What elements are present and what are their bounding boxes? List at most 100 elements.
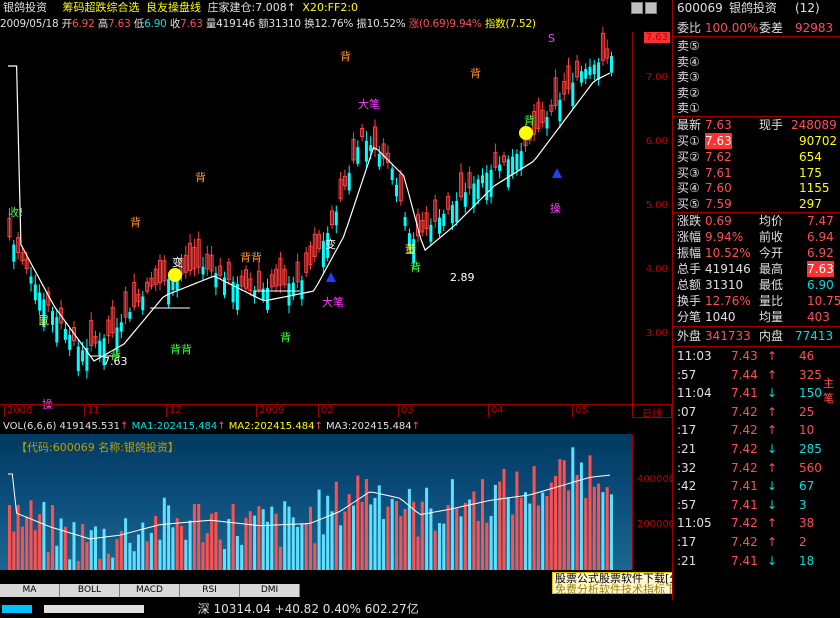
stat-row: 涨跌 0.69 均价 7.47 [673,213,840,229]
outer-label: 外盘 [677,329,702,343]
volume-bar [588,455,592,570]
tick-price: 7.41 [731,479,758,494]
xianshou-value: 248089 [791,118,837,132]
side-tab-main[interactable]: 主 [823,375,837,391]
volume-bar [562,460,566,570]
stat-value: 403 [807,310,830,324]
buy-triangle [326,272,336,282]
volume-bar [42,501,46,570]
tick-price: 7.42 [731,460,758,475]
candle [571,82,575,106]
volume-bar [610,494,613,570]
stat-value: 6.90 [807,278,834,292]
app-name: 银鸽投资 [3,1,47,14]
indicator-2[interactable]: 良友操盘线 [146,1,201,14]
chart-mark: 大笔 [358,97,380,111]
ticker-scroll[interactable] [43,605,144,613]
tick-time: 11:04 [677,386,712,401]
weibi-label: 委比 [677,21,702,35]
buy-label: 买② [677,149,700,164]
tick-row: :07 7.42 ↑ 25 [673,404,840,420]
volume-bar [489,515,493,570]
tick-vol: 10 [799,423,815,438]
stat-label: 均量 [759,310,784,324]
volume-bar [175,518,179,570]
volume-bar [253,515,257,570]
tick-dir: ↓ [767,497,778,512]
indicator-1[interactable]: 筹码超跌综合选 [63,1,140,14]
candle [597,62,601,80]
tick-dir: ↓ [767,442,778,456]
candle [141,296,145,311]
tab-dmi[interactable]: DMI [240,584,300,597]
candlestick-chart[interactable]: 背背背背背背S收!大笔大笔操操鼠鼠董变变背背背背背背2.897.63 [0,16,632,416]
volume-bar [403,508,407,570]
volume-bar [321,534,325,570]
volume-bar [33,530,37,570]
candle [369,145,373,152]
volume-bar [51,505,54,570]
volume-bar [94,526,97,570]
tick-time: :57 [677,367,697,382]
tab-ma[interactable]: MA [0,584,60,597]
volume-bar [46,552,50,570]
chart-mark: 背 [130,215,141,229]
candle [261,288,265,300]
candle [588,66,592,76]
volume-bar [532,466,536,570]
tick-dir: ↑ [767,349,778,363]
date-tick: 04 [488,405,504,417]
tick-vol: 560 [799,460,822,475]
sell-row: 卖⑤ [673,38,840,54]
volume-bar [296,526,300,570]
stat-row: 总额 31310 最低 6.90 [673,277,840,293]
volume-bar [545,495,549,570]
tick-vol: 150 [799,386,822,401]
candle [511,156,515,176]
tick-price: 7.42 [731,404,758,419]
maximize-button[interactable] [645,2,657,14]
stat-value: 31310 [705,278,744,292]
tick-dir: ↑ [767,535,778,549]
tab-boll[interactable]: BOLL [60,584,120,597]
tick-dir: ↑ [767,460,778,475]
candle [33,284,37,301]
indicator-4[interactable]: X20:FF2:0 [302,1,358,14]
volume-bar [20,526,24,570]
volume-chart[interactable]: 【代码:600069 名称:银鸽投资】 [0,434,632,570]
candle [429,224,433,242]
candle [584,68,588,79]
tick-row: :57 7.44 ↑ 325 [673,367,840,383]
tick-time: :21 [677,553,697,568]
chart-mark: 鼠 [38,313,49,327]
indicator-3[interactable]: 庄家建仓:7.008↑ [208,1,296,14]
tick-time: :21 [677,442,697,456]
candle [334,211,338,226]
tick-time: 11:05 [677,516,712,531]
candle [55,317,59,343]
volume-bar [528,503,532,570]
stat-label: 涨跌 [677,214,702,228]
inner-label: 内盘 [759,329,784,343]
volume-bar [579,462,583,570]
volume-bar [119,531,123,570]
tab-macd[interactable]: MACD [120,584,180,597]
volume-bar [184,539,188,570]
sell-label: 卖① [677,101,700,115]
buy-price: 7.60 [705,181,732,196]
volume-bar [463,502,467,570]
buy-vol: 654 [799,149,822,164]
ma-line [8,65,611,362]
volume-bar [63,526,67,570]
vol-label[interactable]: VOL(6,6,6) [3,421,56,432]
volume-axis: 400000 200000 [632,434,675,570]
date-tick: 2009 [256,405,284,417]
side-tab-tick[interactable]: 笔 [823,390,837,406]
buy-price: 7.59 [705,197,732,212]
tab-rsi[interactable]: RSI [180,584,240,597]
ticker-text: 深 10314.04 +40.82 0.40% 602.27亿 [197,602,419,616]
day-line-button[interactable]: 日线 [632,404,672,420]
minimize-button[interactable] [631,2,643,14]
buy-vol: 90702 [799,134,838,148]
volume-bar [283,501,287,570]
